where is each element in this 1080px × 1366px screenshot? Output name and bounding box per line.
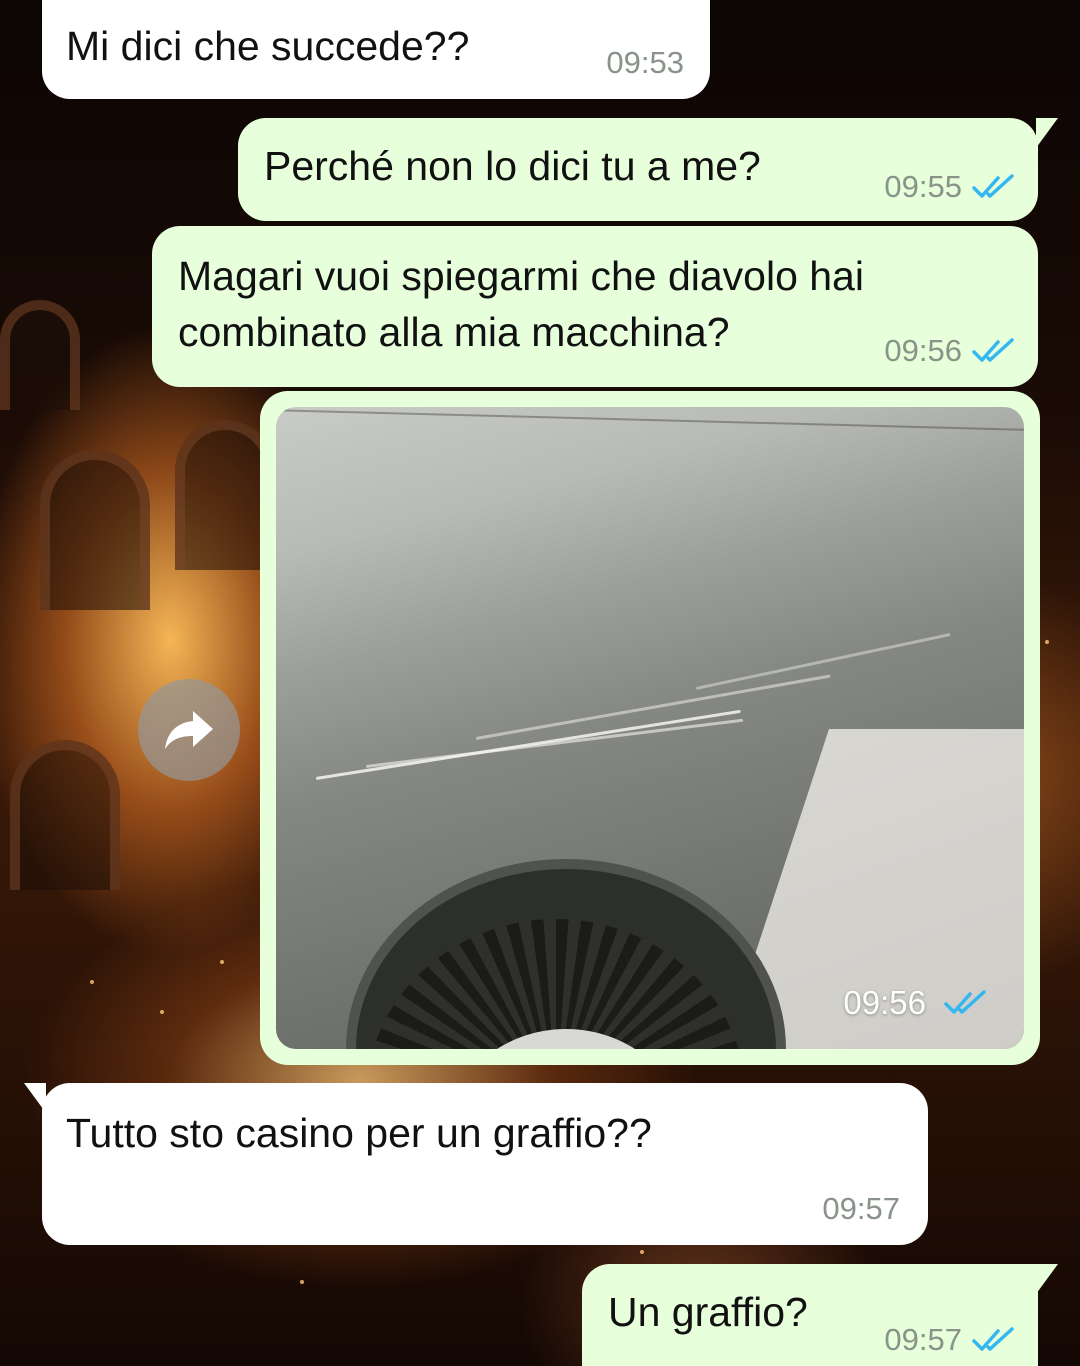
message-meta: 09:53 bbox=[606, 45, 684, 81]
message-outgoing[interactable]: Perché non lo dici tu a me? 09:55 bbox=[238, 118, 1058, 221]
message-text: Perché non lo dici tu a me? bbox=[264, 143, 761, 189]
message-text: Mi dici che succede?? bbox=[66, 23, 470, 69]
photo-thumbnail[interactable]: 09:56 bbox=[276, 407, 1024, 1049]
double-check-icon bbox=[972, 174, 1014, 198]
message-time: 09:53 bbox=[606, 45, 684, 80]
message-photo[interactable]: 09:56 bbox=[260, 391, 1040, 1065]
message-meta: 09:56 bbox=[843, 983, 988, 1023]
message-outgoing[interactable]: Un graffio? 09:57 bbox=[582, 1264, 1058, 1366]
message-meta: 09:57 bbox=[884, 1322, 1016, 1358]
forward-button[interactable] bbox=[138, 679, 240, 781]
message-time: 09:56 bbox=[843, 984, 926, 1021]
message-text-line: combinato alla mia macchina? bbox=[178, 309, 730, 355]
message-outgoing[interactable]: Magari vuoi spiegarmi che diavolo hai co… bbox=[152, 226, 1038, 387]
message-time: 09:55 bbox=[884, 169, 962, 204]
message-incoming[interactable]: Tutto sto casino per un graffio?? 09:57 bbox=[24, 1083, 928, 1245]
double-check-icon bbox=[972, 1327, 1014, 1351]
message-text-line: Magari vuoi spiegarmi che diavolo hai bbox=[178, 253, 864, 299]
message-text: Tutto sto casino per un graffio?? bbox=[66, 1110, 652, 1156]
forward-arrow-icon bbox=[165, 711, 213, 749]
message-time: 09:57 bbox=[822, 1191, 900, 1226]
message-meta: 09:55 bbox=[884, 169, 1016, 205]
double-check-icon bbox=[972, 338, 1014, 362]
message-meta: 09:56 bbox=[884, 333, 1016, 369]
message-incoming[interactable]: Mi dici che succede?? 09:53 bbox=[42, 0, 710, 99]
message-text: Un graffio? bbox=[608, 1289, 808, 1335]
message-meta: 09:57 bbox=[822, 1191, 900, 1227]
message-time: 09:57 bbox=[884, 1322, 962, 1357]
message-time: 09:56 bbox=[884, 333, 962, 368]
double-check-icon bbox=[944, 990, 986, 1014]
